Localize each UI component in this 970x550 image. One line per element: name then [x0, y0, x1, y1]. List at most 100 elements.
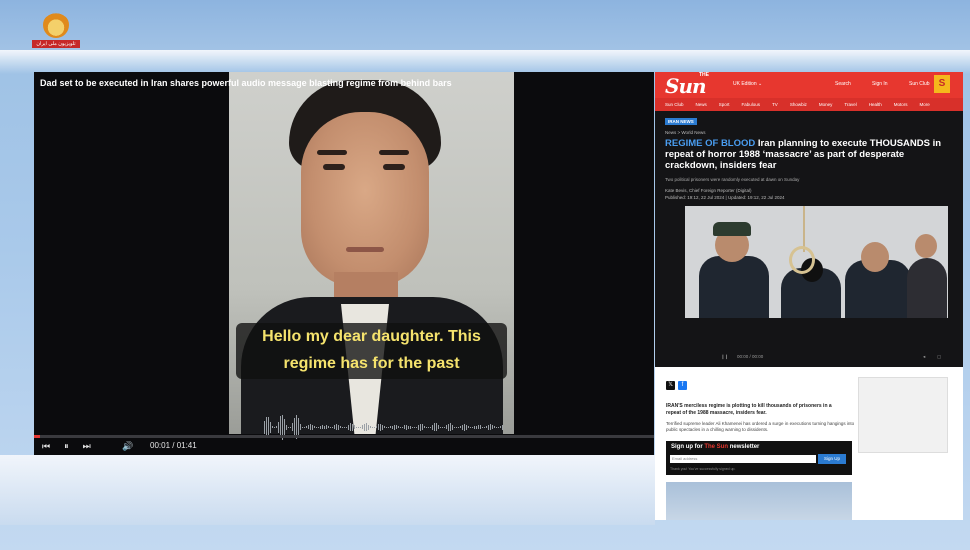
nav-item-fabulous[interactable]: Fabulous: [742, 102, 761, 107]
subtitle-caption: Hello my dear daughter. This regime has …: [236, 323, 507, 379]
nav-item-sport[interactable]: Sport: [719, 102, 730, 107]
sun-logo-the: THE: [699, 72, 709, 78]
nav-item-news[interactable]: News: [696, 102, 707, 107]
waveform-bar: [360, 426, 361, 428]
waveform-bar: [426, 426, 427, 428]
waveform-bar: [400, 426, 401, 428]
breadcrumb[interactable]: News > World News: [665, 130, 706, 135]
waveform-bar: [464, 423, 465, 431]
waveform-bar: [374, 426, 375, 428]
headline-kicker: REGIME OF BLOOD: [665, 138, 756, 149]
nav-item-money[interactable]: Money: [819, 102, 833, 107]
skip-forward-icon[interactable]: ⏭: [83, 441, 91, 452]
video-frame: [229, 72, 514, 434]
waveform-bar: [268, 417, 269, 437]
waveform-bar: [342, 426, 343, 428]
waveform-bar: [290, 426, 291, 428]
nav-item-more[interactable]: More: [919, 102, 929, 107]
published-date: Published: 19:12, 22 Jul 2024 | Updated:…: [665, 195, 785, 200]
facebook-share-icon[interactable]: f: [678, 381, 687, 390]
waveform-bar: [462, 424, 463, 430]
lion-sun-emblem-icon: [43, 12, 69, 38]
nav-item-showbiz[interactable]: Showbiz: [790, 102, 807, 107]
waveform-bar: [454, 426, 455, 428]
waveform-bar: [292, 423, 293, 431]
inline-player-bar[interactable]: ❙❙ 00:00 / 00:00 ◂ ▢: [685, 354, 948, 364]
photo-bystander: [907, 258, 947, 318]
sign-in-link[interactable]: Sign In: [872, 81, 888, 87]
waveform-bar: [384, 426, 385, 428]
waveform-bar: [376, 426, 377, 428]
article-photo[interactable]: [685, 206, 948, 318]
waveform-bar: [432, 424, 433, 430]
nav-item-tv[interactable]: TV: [772, 102, 778, 107]
decorative-swoosh: [0, 50, 970, 74]
nav-item-motors[interactable]: Motors: [894, 102, 908, 107]
waveform-bar: [408, 425, 409, 429]
channel-logo-text: تلویزیون ملی ایران: [32, 40, 80, 48]
section-tag[interactable]: IRAN NEWS: [665, 118, 697, 125]
email-input[interactable]: Email address: [670, 455, 816, 463]
waveform-bar: [310, 424, 311, 430]
newsletter-title: Sign up for The Sun newsletter: [671, 444, 759, 450]
skip-back-icon[interactable]: ⏮: [42, 441, 50, 452]
waveform-bar: [366, 423, 367, 431]
nav-item-travel[interactable]: Travel: [844, 102, 856, 107]
top-band: [0, 0, 970, 56]
waveform-bar: [420, 423, 421, 431]
waveform-bar: [276, 426, 277, 428]
nav-item-health[interactable]: Health: [869, 102, 882, 107]
newsletter-prefix: Sign up for: [671, 444, 703, 450]
waveform-bar: [498, 426, 499, 428]
waveform-bar: [396, 425, 397, 429]
x-share-icon[interactable]: 𝕏: [666, 381, 675, 390]
waveform-bar: [414, 426, 415, 428]
waveform-bar: [468, 426, 469, 428]
waveform-bar: [318, 426, 319, 428]
waveform-bar: [278, 421, 279, 433]
newsletter-brand: The Sun: [704, 444, 729, 450]
portrait-brow-left: [317, 150, 347, 155]
nav-item-sun-club[interactable]: Sun Club: [665, 102, 684, 107]
inline-play-icon[interactable]: ❙❙: [721, 354, 729, 360]
waveform-bar: [328, 426, 329, 428]
inline-volume-icon[interactable]: ◂: [923, 354, 925, 360]
subtitle-line-1: Hello my dear daughter. This: [262, 328, 481, 345]
waveform-bar: [346, 426, 347, 428]
search-link[interactable]: Search: [835, 81, 851, 87]
byline[interactable]: Kate Bevis, Chief Foreign Reporter (Digi…: [665, 188, 752, 193]
waveform-bar: [264, 420, 265, 434]
waveform-bar: [438, 425, 439, 429]
volume-icon[interactable]: 🔊: [122, 441, 133, 452]
waveform-bar: [434, 423, 435, 431]
sun-club-link[interactable]: Sun Club: [909, 81, 930, 87]
waveform-bar: [320, 425, 321, 429]
waveform-bar: [480, 425, 481, 429]
edition-selector[interactable]: UK Edition ⌄: [733, 81, 762, 87]
inline-fullscreen-icon[interactable]: ▢: [937, 354, 941, 360]
waveform-bar: [486, 426, 487, 428]
waveform-bar: [494, 426, 495, 428]
waveform-bar: [354, 425, 355, 429]
waveform-bar: [424, 426, 425, 428]
waveform-bar: [304, 426, 305, 428]
waveform-bar: [472, 426, 473, 428]
waveform-bar: [402, 426, 403, 428]
newsletter-signup: Sign up for The Sun newsletter Email add…: [666, 441, 852, 475]
waveform-bar: [372, 426, 373, 428]
waveform-bar: [448, 423, 449, 431]
video-player[interactable]: Dad set to be executed in Iran shares po…: [34, 72, 654, 455]
waveform-bar: [446, 425, 447, 429]
inline-player-time: 00:00 / 00:00: [737, 354, 764, 359]
sun-nav: Sun Club News Sport Fabulous TV Showbiz …: [655, 98, 963, 111]
waveform-bar: [440, 426, 441, 428]
sign-up-button[interactable]: Sign Up: [818, 454, 846, 464]
pause-icon[interactable]: ⏸: [64, 441, 69, 452]
noose-icon: [789, 246, 815, 274]
sun-club-badge[interactable]: S: [934, 75, 950, 93]
waveform-bar: [368, 424, 369, 430]
waveform-bar: [344, 426, 345, 428]
newsletter-fine-print: Thank you! You've successfully signed up…: [670, 467, 736, 471]
photo-guard-left: [699, 256, 769, 318]
waveform-bar: [452, 424, 453, 430]
